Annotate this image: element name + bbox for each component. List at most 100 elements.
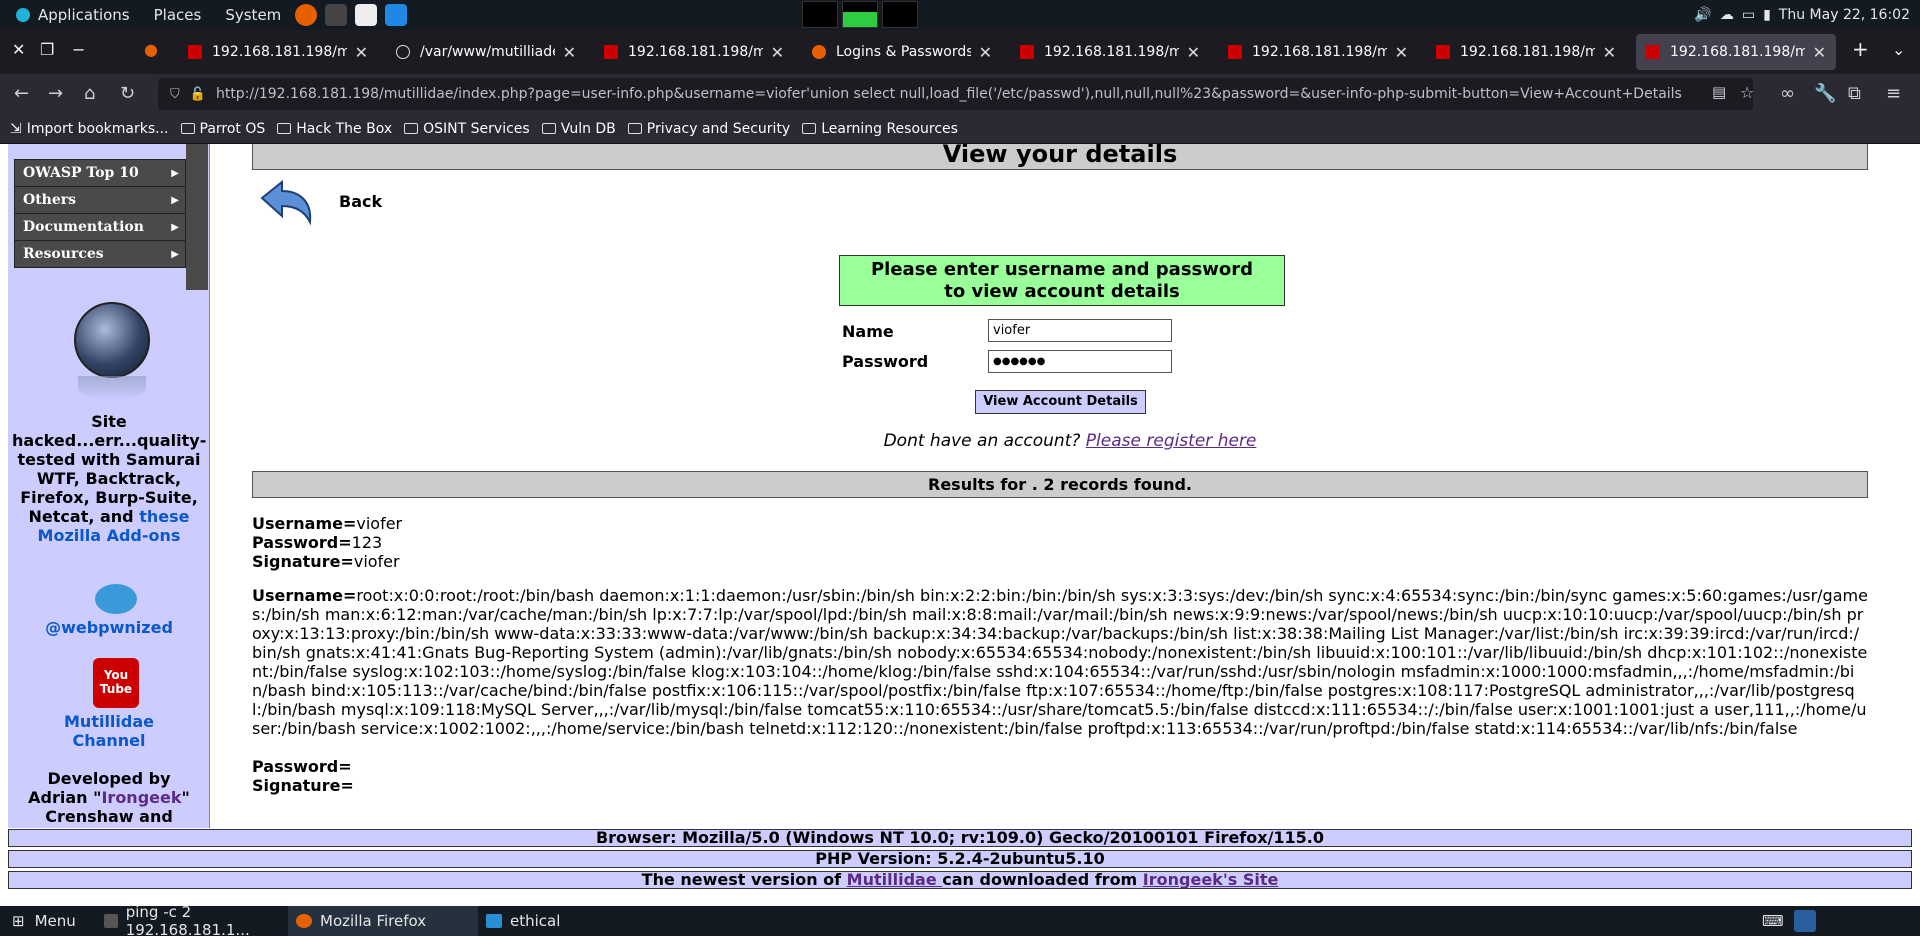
applications-menu[interactable]: Applications	[0, 0, 144, 30]
close-tab-icon[interactable]: ✕	[1603, 43, 1616, 62]
tab-title: Logins & Passwords	[836, 44, 971, 60]
display-icon[interactable]: ▭	[1742, 7, 1755, 23]
taskbar-item-terminal[interactable]: ping -c 2 192.168.181.1...	[96, 903, 292, 936]
folder-icon	[802, 123, 817, 134]
bookmark-privacy-security[interactable]: Privacy and Security	[627, 121, 790, 137]
close-window-icon[interactable]: ✕	[12, 40, 25, 59]
sidebar-item-resources[interactable]: Resources ▶	[14, 240, 186, 268]
vscode-launcher-icon[interactable]	[385, 4, 408, 26]
url-text[interactable]: http://192.168.181.198/mutillidae/index.…	[216, 86, 1682, 102]
reader-view-icon[interactable]: ▤	[1712, 83, 1726, 101]
signature-key: Signature=	[252, 552, 354, 571]
close-tab-icon[interactable]: ✕	[1187, 43, 1200, 62]
password-input[interactable]: ●●●●●●	[988, 350, 1172, 373]
password-key: Password=	[252, 533, 352, 552]
close-tab-icon[interactable]: ✕	[563, 43, 576, 62]
sidebar-item-others[interactable]: Others ▶	[14, 186, 186, 214]
close-tab-icon[interactable]: ✕	[1395, 43, 1408, 62]
hamburger-menu-icon[interactable]: ≡	[1886, 83, 1901, 104]
bookmark-parrot-os[interactable]: Parrot OS	[180, 121, 265, 137]
tab-title: 192.168.181.198/mutillidae	[1460, 44, 1595, 60]
close-tab-icon[interactable]: ✕	[1813, 43, 1826, 62]
tab-title: 192.168.181.198/mutillidae	[212, 44, 347, 60]
extension-mask-icon[interactable]: ∞	[1780, 83, 1795, 104]
taskbar-item-ethical[interactable]: ethical	[478, 906, 628, 936]
sidebar-item-documentation[interactable]: Documentation ▶	[14, 213, 186, 241]
browser-tab-bar: ✕ ❐ − ● 192.168.181.198/mutillidae ✕ /va…	[0, 30, 1920, 74]
system-label: System	[225, 6, 282, 24]
taskbar-item-firefox[interactable]: Mozilla Firefox	[288, 906, 478, 936]
insecure-lock-icon[interactable]: 🔓	[190, 87, 206, 102]
mutillidae-link[interactable]: Mutillidae	[847, 870, 943, 889]
extensions-icon[interactable]: ⧉	[1848, 83, 1861, 104]
battery-icon[interactable]: ▮	[1763, 7, 1771, 23]
register-link[interactable]: Please register here	[1086, 431, 1257, 451]
text-editor-launcher-icon[interactable]	[355, 4, 378, 26]
firefox-launcher-icon[interactable]	[295, 4, 318, 26]
footer: Browser: Mozilla/5.0 (Windows NT 10.0; r…	[8, 829, 1912, 892]
tab-7[interactable]: 192.168.181.198/mutillidae ✕	[1426, 34, 1626, 70]
close-tab-icon[interactable]: ✕	[771, 43, 784, 62]
bookmark-import[interactable]: ⇲ Import bookmarks...	[10, 121, 169, 137]
cloud-icon[interactable]: ☁	[1720, 7, 1734, 23]
clock[interactable]: Thu May 22, 16:02	[1779, 7, 1910, 23]
url-bar[interactable]: ⛉ 🔓 http://192.168.181.198/mutillidae/in…	[158, 78, 1753, 110]
tab-2[interactable]: /var/www/mutilliade ✕	[386, 34, 586, 70]
sidebar: OWASP Top 10 ▶ Others ▶ Documentation ▶ Res…	[8, 144, 210, 845]
submenu-arrow-icon: ▶	[171, 221, 179, 233]
mutillidae-channel-link[interactable]: Mutillidae Channel	[8, 712, 210, 750]
places-menu[interactable]: Places	[144, 0, 216, 30]
minimize-window-icon[interactable]: −	[72, 40, 85, 59]
restore-window-icon[interactable]: ❐	[40, 40, 54, 59]
twitter-icon[interactable]	[95, 584, 137, 614]
start-menu-button[interactable]: ⊞ Menu	[0, 906, 92, 936]
applications-label: Applications	[38, 6, 130, 24]
irongeek-link[interactable]: Irongeek	[101, 788, 181, 807]
folder-icon	[486, 914, 502, 928]
record-1-password: Password=123	[252, 533, 382, 552]
view-account-details-button[interactable]: View Account Details	[975, 390, 1146, 414]
new-tab-icon[interactable]: +	[1852, 37, 1869, 61]
firefox-tray-icon[interactable]	[1794, 910, 1816, 932]
tab-8-active[interactable]: 192.168.181.198/mutillidae ✕	[1636, 34, 1836, 70]
irongeek-site-link[interactable]: Irongeek's Site	[1143, 870, 1279, 889]
volume-icon[interactable]: 🔊	[1694, 7, 1711, 23]
name-input[interactable]: viofer	[988, 319, 1172, 342]
firefox-view-icon[interactable]: ●	[144, 40, 158, 59]
terminal-launcher-icon[interactable]	[325, 4, 348, 26]
owasp-logo-reflection	[78, 376, 146, 400]
close-tab-icon[interactable]: ✕	[979, 43, 992, 62]
sidebar-item-owasp-top-10[interactable]: OWASP Top 10 ▶	[14, 159, 186, 187]
bookmark-vuln-db[interactable]: Vuln DB	[541, 121, 616, 137]
system-menu[interactable]: System	[215, 0, 295, 30]
back-arrow-icon[interactable]: ←	[14, 83, 29, 104]
tab-3[interactable]: 192.168.181.198/mutillidae ✕	[594, 34, 794, 70]
forward-arrow-icon[interactable]: →	[48, 83, 63, 104]
keyboard-tray-icon[interactable]: ⌨	[1762, 912, 1784, 930]
bookmark-osint-services[interactable]: OSINT Services	[404, 121, 530, 137]
bookmark-learning-resources[interactable]: Learning Resources	[802, 121, 958, 137]
page-icon	[1436, 45, 1450, 59]
back-arrow-icon[interactable]	[256, 176, 316, 232]
home-icon[interactable]: ⌂	[84, 83, 95, 104]
twitter-handle-link[interactable]: @webpwnized	[8, 618, 210, 637]
username-value: viofer	[356, 514, 403, 533]
taskbar-item-label: ethical	[510, 912, 561, 930]
sidebar-item-label: Documentation	[23, 219, 144, 235]
wrench-icon[interactable]: 🔧	[1814, 83, 1836, 104]
bookmark-hack-the-box[interactable]: Hack The Box	[277, 121, 392, 137]
shield-icon[interactable]: ⛉	[170, 87, 180, 102]
list-tabs-icon[interactable]: ⌄	[1892, 40, 1905, 59]
tab-5[interactable]: 192.168.181.198/mutillidae ✕	[1010, 34, 1210, 70]
bookmark-star-icon[interactable]: ☆	[1740, 83, 1754, 102]
tab-title: 192.168.181.198/mutillidae	[1252, 44, 1387, 60]
tab-1[interactable]: 192.168.181.198/mutillidae ✕	[178, 34, 378, 70]
back-link[interactable]: Back	[339, 192, 382, 211]
grid-menu-icon: ⊞	[12, 912, 25, 930]
tab-4[interactable]: Logins & Passwords ✕	[802, 34, 1002, 70]
terminal-icon	[104, 914, 118, 928]
youtube-icon[interactable]: You Tube	[93, 658, 139, 708]
close-tab-icon[interactable]: ✕	[355, 43, 368, 62]
reload-icon[interactable]: ↻	[120, 83, 135, 104]
tab-6[interactable]: 192.168.181.198/mutillidae ✕	[1218, 34, 1418, 70]
